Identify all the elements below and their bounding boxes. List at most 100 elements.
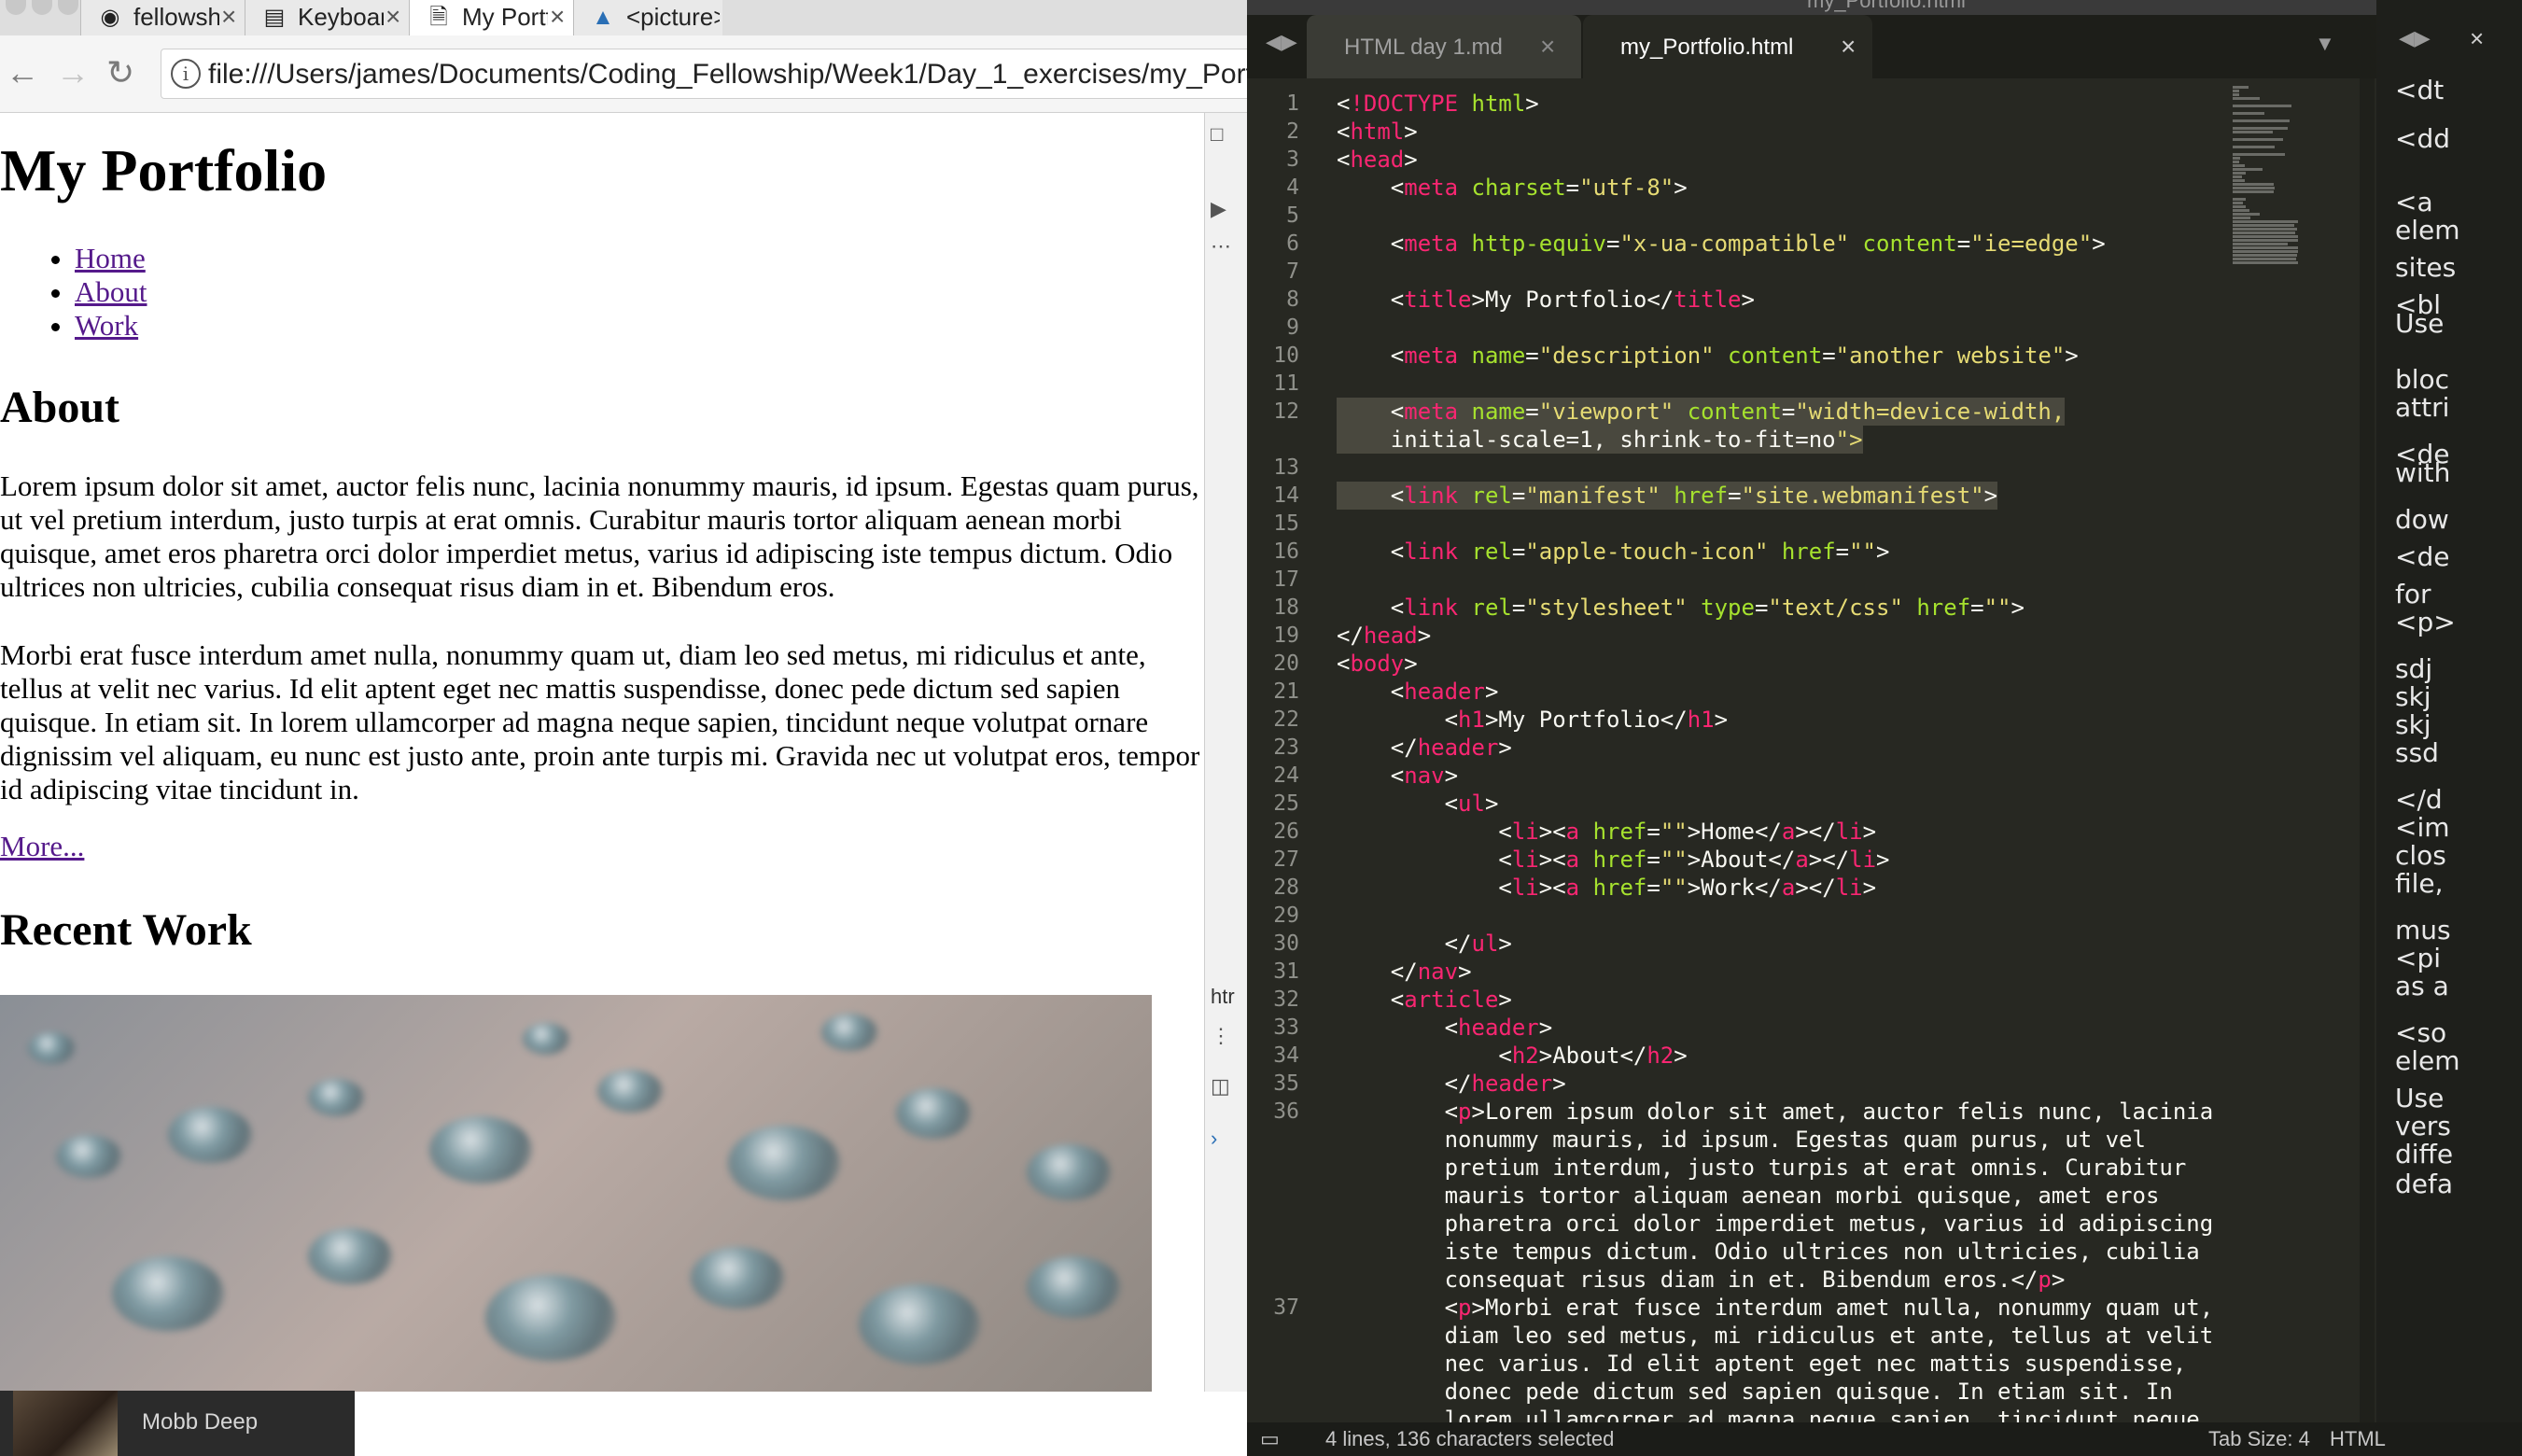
close-icon[interactable]: ×	[550, 2, 565, 32]
more-link[interactable]: More...	[0, 830, 84, 863]
code-line[interactable]: <p>Morbi erat fusce interdum amet nulla,…	[1337, 1294, 2214, 1322]
vertical-scrollbar[interactable]	[2360, 78, 2375, 1422]
code-line[interactable]: <head>	[1337, 146, 1418, 174]
side-pane-text: <p>	[2395, 607, 2456, 637]
line-number: 21	[1273, 679, 1299, 704]
code-line[interactable]: iste tempus dictum. Odio ultrices non ul…	[1337, 1238, 2200, 1266]
expand-arrow-icon[interactable]: ▶	[1211, 197, 1226, 221]
code-line[interactable]: <link rel="stylesheet" type="text/css" h…	[1337, 594, 2025, 622]
code-line[interactable]: diam leo sed metus, mi ridiculus et ante…	[1337, 1322, 2214, 1350]
minimap-line	[2233, 119, 2290, 122]
line-number: 37	[1273, 1295, 1299, 1320]
code-line[interactable]: <h2>About</h2>	[1337, 1042, 1687, 1070]
code-line[interactable]: <html>	[1337, 118, 1418, 146]
code-line[interactable]: <ul>	[1337, 790, 1499, 818]
syntax-status[interactable]: HTML	[2330, 1422, 2386, 1456]
code-line[interactable]: <meta http-equiv="x-ua-compatible" conte…	[1337, 230, 2106, 258]
line-number: 1	[1286, 91, 1299, 116]
tab-dropdown-icon[interactable]: ▼	[2315, 32, 2335, 56]
code-line[interactable]: <li><a href="">Work</a></li>	[1337, 874, 1876, 902]
minimap-line	[2233, 198, 2247, 201]
close-icon[interactable]: ×	[385, 2, 400, 32]
code-line[interactable]: <header>	[1337, 1014, 1553, 1042]
side-pane-text: <a	[2395, 187, 2433, 217]
close-window-button[interactable]	[6, 0, 26, 15]
zoom-window-button[interactable]	[58, 0, 78, 15]
line-number: 35	[1273, 1071, 1299, 1096]
side-pane-text: <dt	[2395, 75, 2445, 105]
code-line[interactable]: pharetra orci dolor imperdiet metus, var…	[1337, 1210, 2214, 1238]
editor-tab-bar: my_Portfolio.html ◀▶ HTML day 1.md × my_…	[1247, 0, 2522, 78]
browser-tab-my-portfolio[interactable]: 🗎 My Portfolio ×	[409, 0, 573, 35]
side-pane-text: skj	[2395, 709, 2431, 740]
editor-tab-label: HTML day 1.md	[1344, 35, 1503, 60]
side-pane-text: for	[2395, 579, 2431, 609]
pane-nav-icon[interactable]: ◀▶	[2399, 26, 2431, 50]
tab-size-status[interactable]: Tab Size: 4	[2208, 1422, 2310, 1456]
code-line[interactable]: nec varius. Id elit aptent eget nec matt…	[1337, 1350, 2187, 1378]
code-line[interactable]: <nav>	[1337, 762, 1458, 790]
code-line[interactable]: </nav>	[1337, 958, 1472, 986]
code-line[interactable]: <link rel="manifest" href="site.webmanif…	[1337, 482, 1998, 510]
tab-scroll-left-icon[interactable]: ◀▶	[1266, 30, 1297, 54]
code-line[interactable]: nonummy mauris, id ipsum. Egestas quam p…	[1337, 1126, 2146, 1154]
side-pane-text: dow	[2395, 504, 2449, 535]
code-line[interactable]: initial-scale=1, shrink-to-fit=no">	[1337, 426, 1863, 454]
editor-tab-my-portfolio[interactable]: my_Portfolio.html ×	[1583, 15, 1872, 78]
code-line[interactable]: <p>Lorem ipsum dolor sit amet, auctor fe…	[1337, 1098, 2214, 1126]
code-line[interactable]: <li><a href="">Home</a></li>	[1337, 818, 1876, 846]
code-line[interactable]: <meta name="description" content="anothe…	[1337, 342, 2079, 370]
minimize-window-button[interactable]	[32, 0, 52, 15]
browser-tab-keyboard-shortcuts[interactable]: ▤ Keyboard Shortcu ×	[245, 0, 409, 35]
code-line[interactable]: mauris tortor aliquam aenean morbi quisq…	[1337, 1182, 2160, 1210]
close-icon[interactable]: ×	[1841, 32, 1856, 62]
devtools-panel-edge[interactable]: □ ▶ ⋯ htr ⋮ ◫ ›	[1204, 113, 1247, 1392]
code-line[interactable]: <!DOCTYPE html>	[1337, 90, 1539, 118]
code-line[interactable]: </ul>	[1337, 930, 1512, 958]
forward-arrow-icon[interactable]: →	[56, 52, 90, 93]
nav-link-about[interactable]: About	[75, 275, 147, 308]
code-line[interactable]: pretium interdum, justo turpis at erat o…	[1337, 1154, 2187, 1182]
code-line[interactable]: <title>My Portfolio</title>	[1337, 286, 1755, 314]
close-icon[interactable]: ×	[1540, 32, 1555, 62]
dock-side-icon[interactable]: ◫	[1211, 1074, 1230, 1099]
code-line[interactable]: <link rel="apple-touch-icon" href="">	[1337, 538, 1890, 566]
line-number-gutter: 1 2 3 4 5 6 7 8 9 10 11 12 13 14 15 16 17 18 19 20 21 22 23 24 2…	[1247, 78, 1337, 1422]
close-icon[interactable]: ×	[2470, 24, 2484, 53]
code-line[interactable]: consequat risus diam in et. Bibendum ero…	[1337, 1266, 2066, 1294]
line-number: 23	[1273, 735, 1299, 760]
code-line[interactable]: </header>	[1337, 1070, 1566, 1098]
info-icon[interactable]: i	[171, 59, 201, 89]
code-line[interactable]: <meta name="viewport" content="width=dev…	[1337, 398, 2066, 426]
code-area[interactable]: <!DOCTYPE html> <html> <head> <meta charse…	[1337, 78, 2382, 1433]
more-icon[interactable]: ⋯	[1211, 234, 1231, 259]
code-line[interactable]: <li><a href="">About</a></li>	[1337, 846, 1889, 874]
code-line[interactable]: <article>	[1337, 986, 1512, 1014]
browser-tab-github[interactable]: ◉ fellowship-wk1-b ×	[80, 0, 245, 35]
nav-link-home[interactable]: Home	[75, 242, 146, 274]
side-pane-text: clos	[2395, 840, 2446, 871]
back-arrow-icon[interactable]: ←	[6, 52, 39, 93]
inspect-icon[interactable]: □	[1211, 122, 1223, 147]
nav-link-work[interactable]: Work	[75, 309, 138, 342]
code-line[interactable]: </head>	[1337, 622, 1431, 650]
url-text[interactable]: file:///Users/james/Documents/Coding_Fel…	[208, 57, 1247, 92]
browser-tab-picture-mdn[interactable]: ▲ <picture>: The Pi	[573, 0, 722, 35]
address-bar[interactable]: i file:///Users/james/Documents/Coding_F…	[161, 49, 1247, 99]
code-line[interactable]: <header>	[1337, 678, 1499, 706]
media-mini-player[interactable]: Mobb Deep	[0, 1391, 355, 1456]
minimap[interactable]	[2233, 78, 2335, 358]
code-line[interactable]: <body>	[1337, 650, 1418, 678]
close-icon[interactable]: ×	[221, 2, 236, 32]
code-line[interactable]: </header>	[1337, 734, 1512, 762]
line-number: 7	[1286, 259, 1299, 284]
console-prompt-icon[interactable]: ›	[1211, 1127, 1217, 1151]
kebab-menu-icon[interactable]: ⋮	[1211, 1024, 1231, 1048]
editor-tab-html-day1[interactable]: HTML day 1.md ×	[1307, 15, 1581, 78]
code-line[interactable]: <h1>My Portfolio</h1>	[1337, 706, 1728, 734]
code-line[interactable]: <meta charset="utf-8">	[1337, 174, 1688, 202]
minimap-line	[2233, 93, 2239, 96]
panel-toggle-icon[interactable]: ▭	[1260, 1422, 1280, 1456]
code-line[interactable]: donec pede dictum sed sapien quisque. In…	[1337, 1378, 2173, 1406]
reload-icon[interactable]: ↻	[106, 52, 134, 93]
